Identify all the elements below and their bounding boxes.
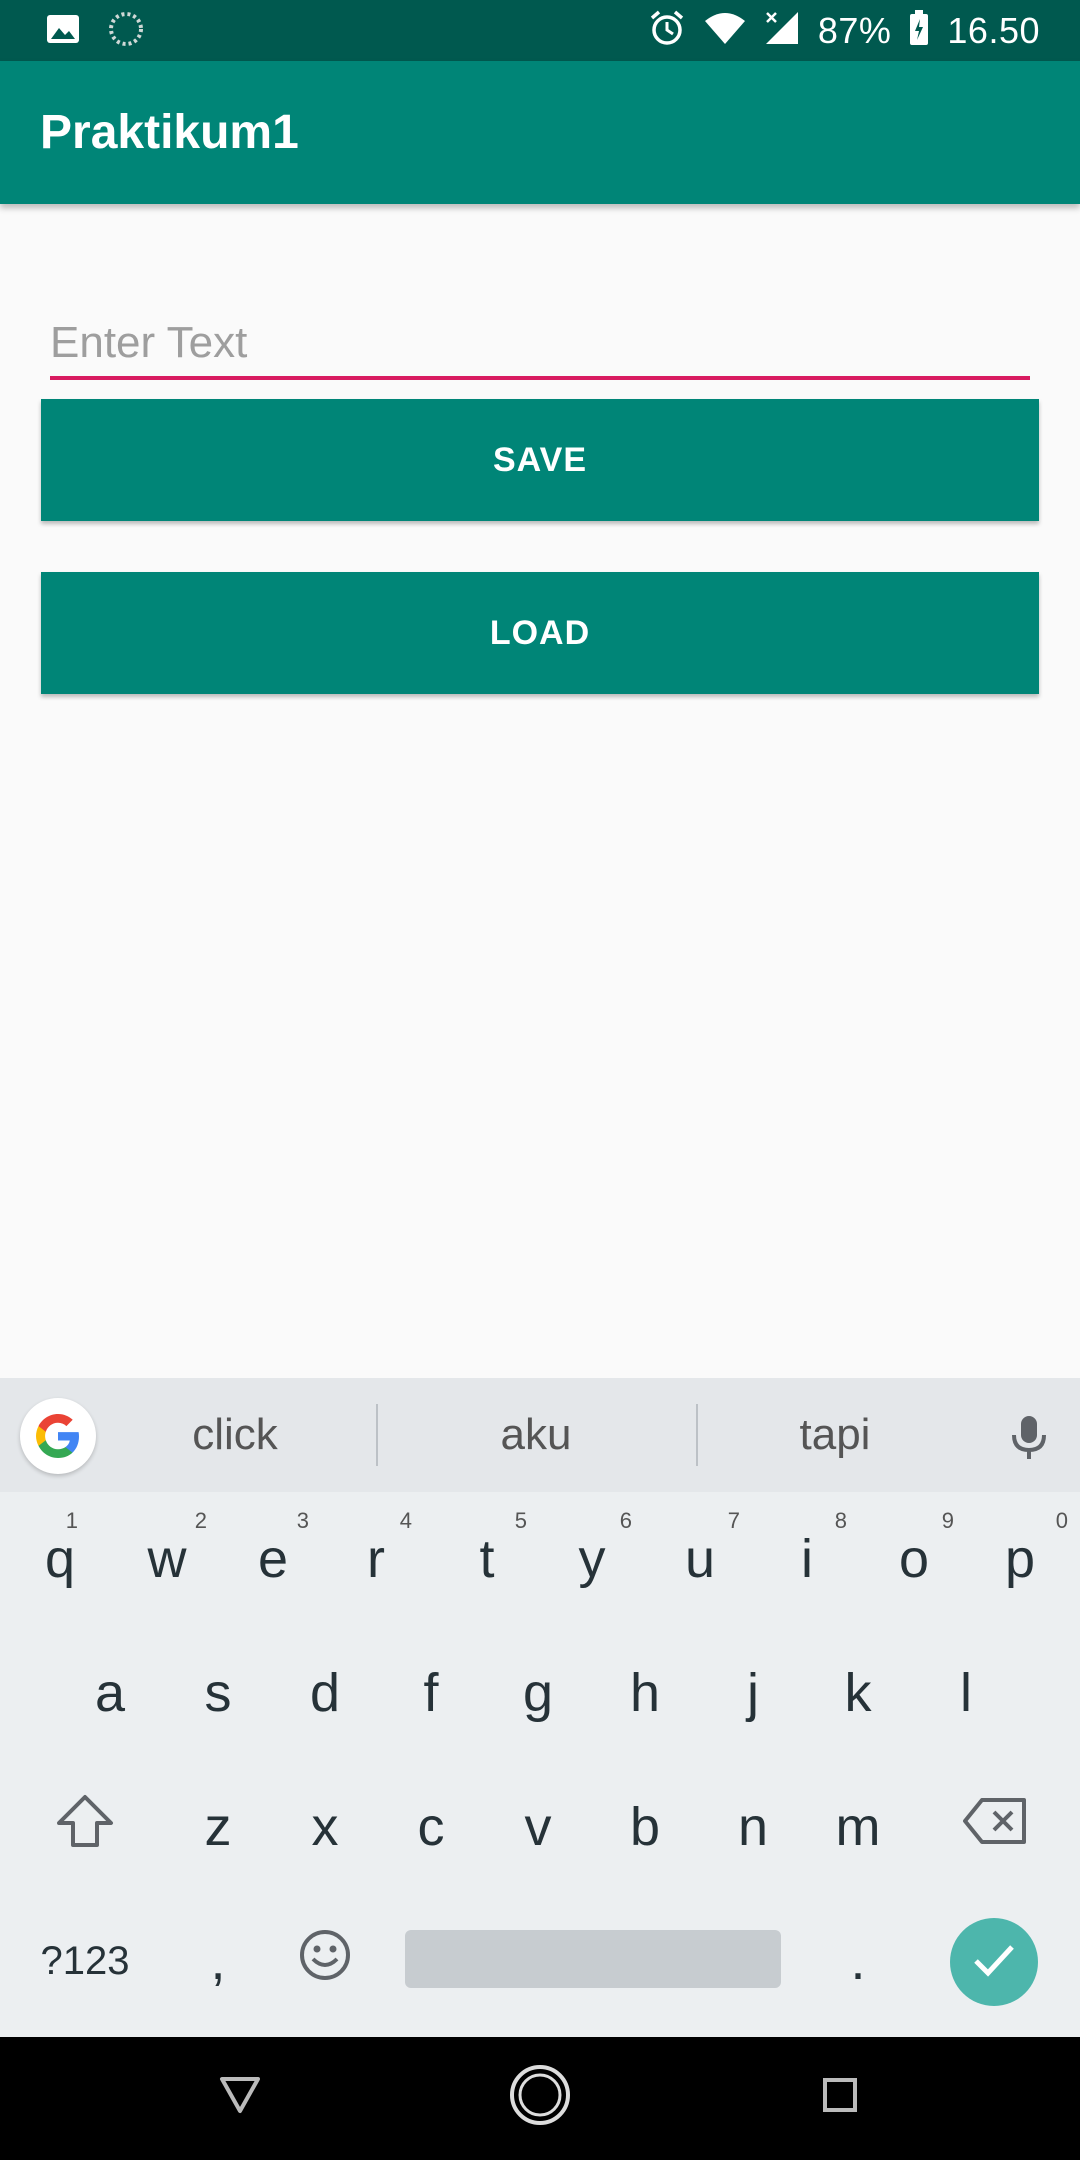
suggestion-1[interactable]: click: [100, 1378, 370, 1492]
input-underline: [50, 376, 1030, 380]
key-j[interactable]: j: [705, 1626, 801, 1760]
suggestion-2[interactable]: aku: [380, 1378, 692, 1492]
key-t[interactable]: t5: [439, 1492, 535, 1626]
key-c[interactable]: c: [383, 1760, 479, 1894]
wifi-icon: [704, 11, 746, 50]
battery-percent: 87%: [817, 9, 892, 51]
image-icon: [46, 14, 80, 49]
load-button[interactable]: LOAD: [41, 572, 1039, 694]
key-v[interactable]: v: [490, 1760, 586, 1894]
period-key[interactable]: .: [810, 1894, 906, 2028]
key-f[interactable]: f: [383, 1626, 479, 1760]
recents-button[interactable]: [800, 2057, 880, 2137]
key-u[interactable]: u7: [652, 1492, 748, 1626]
key-row-2: a s d f g h j k l: [0, 1626, 1080, 1760]
check-icon: [972, 1942, 1016, 1983]
shift-icon: [55, 1793, 115, 1862]
key-p[interactable]: p0: [972, 1492, 1068, 1626]
navigation-bar: [0, 2037, 1080, 2160]
suggestion-divider: [376, 1404, 378, 1466]
enter-key[interactable]: [950, 1918, 1038, 2006]
emoji-key[interactable]: [277, 1894, 373, 2028]
google-icon[interactable]: [20, 1398, 96, 1474]
back-button[interactable]: [200, 2057, 280, 2137]
key-k[interactable]: k: [810, 1626, 906, 1760]
key-h[interactable]: h: [597, 1626, 693, 1760]
key-e[interactable]: e3: [225, 1492, 321, 1626]
key-z[interactable]: z: [170, 1760, 266, 1894]
app-title: Praktikum1: [40, 106, 299, 159]
suggestion-3[interactable]: tapi: [700, 1378, 970, 1492]
text-input[interactable]: [50, 310, 1030, 376]
recents-square-icon: [820, 2075, 860, 2120]
text-input-container[interactable]: [50, 310, 1030, 380]
save-button[interactable]: SAVE: [41, 399, 1039, 521]
shift-key[interactable]: [30, 1760, 140, 1894]
key-a[interactable]: a: [62, 1626, 158, 1760]
key-q[interactable]: q1: [12, 1492, 108, 1626]
key-g[interactable]: g: [490, 1626, 586, 1760]
signal-icon: [764, 10, 800, 51]
key-l[interactable]: l: [918, 1626, 1014, 1760]
spacebar[interactable]: [405, 1930, 781, 1988]
key-m[interactable]: m: [810, 1760, 906, 1894]
app-bar: Praktikum1: [0, 61, 1080, 204]
suggestion-divider: [696, 1404, 698, 1466]
battery-icon: [909, 10, 929, 51]
back-triangle-icon: [218, 2075, 262, 2120]
key-row-3: z x c v b n m: [0, 1760, 1080, 1894]
key-i[interactable]: i8: [759, 1492, 855, 1626]
key-x[interactable]: x: [277, 1760, 373, 1894]
home-circle-icon: [508, 2063, 572, 2132]
comma-key[interactable]: ,: [170, 1894, 266, 2028]
suggestion-bar: click aku tapi: [0, 1378, 1080, 1492]
key-b[interactable]: b: [597, 1760, 693, 1894]
sync-icon: [108, 11, 144, 52]
backspace-icon: [962, 1796, 1028, 1858]
key-row-1: q1 w2 e3 r4 t5 y6 u7 i8 o9 p0: [0, 1492, 1080, 1626]
key-w[interactable]: w2: [119, 1492, 215, 1626]
microphone-icon[interactable]: [1005, 1413, 1053, 1466]
soft-keyboard: click aku tapi q1 w2 e3 r4 t5 y6 u7 i8 o…: [0, 1378, 1080, 2037]
symbols-key[interactable]: ?123: [20, 1894, 150, 2028]
key-r[interactable]: r4: [328, 1492, 424, 1626]
key-y[interactable]: y6: [544, 1492, 640, 1626]
emoji-icon: [299, 1929, 351, 1994]
key-s[interactable]: s: [170, 1626, 266, 1760]
clock: 16.50: [947, 9, 1040, 51]
key-d[interactable]: d: [277, 1626, 373, 1760]
home-button[interactable]: [500, 2057, 580, 2137]
backspace-key[interactable]: [940, 1760, 1050, 1894]
status-bar: 87% 16.50: [0, 0, 1080, 61]
key-n[interactable]: n: [705, 1760, 801, 1894]
alarm-icon: [648, 9, 686, 52]
key-o[interactable]: o9: [866, 1492, 962, 1626]
